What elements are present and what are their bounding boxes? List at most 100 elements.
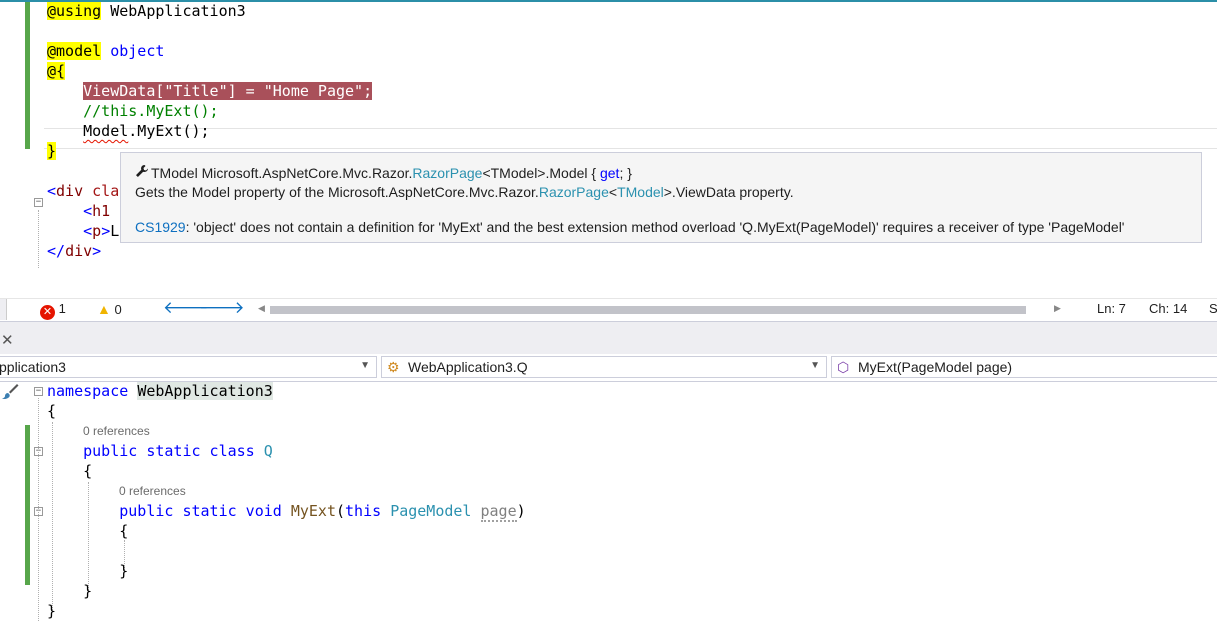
scroll-left-icon[interactable]: ◀ xyxy=(258,303,265,314)
code-line: <h1 xyxy=(47,201,110,222)
scroll-right-icon[interactable]: ▶ xyxy=(1054,303,1061,314)
code-token: { xyxy=(47,462,93,480)
code-token: < xyxy=(47,202,93,220)
zoom-control-edge[interactable] xyxy=(0,299,7,320)
code-token: p xyxy=(92,222,102,240)
code-line: public static void MyExt(this PageModel … xyxy=(47,501,526,522)
code-line: @using WebApplication3 xyxy=(47,1,246,22)
code-line: } xyxy=(47,581,92,602)
quick-info-tooltip: TModel Microsoft.AspNetCore.Mvc.Razor.Ra… xyxy=(120,152,1202,243)
code-token: } xyxy=(47,602,57,620)
collapse-toggle-namespace[interactable]: − xyxy=(34,387,43,396)
code-token: < xyxy=(47,222,93,240)
error-code-link[interactable]: CS1929 xyxy=(135,219,186,235)
tooltip-text-segment: < xyxy=(608,184,618,200)
line-indicator: Ln: 7 xyxy=(1097,301,1126,316)
class-dropdown[interactable]: ⚙ WebApplication3.Q ▼ xyxy=(381,356,827,378)
code-token: ( xyxy=(336,502,346,520)
csharp-code-editor[interactable]: − − − namespace WebApplication3{0 refere… xyxy=(0,382,1217,621)
status-trailing: S xyxy=(1209,301,1217,316)
collapse-toggle-div[interactable]: − xyxy=(34,198,43,207)
scroll-thumb[interactable] xyxy=(270,306,1026,314)
code-token: @{ xyxy=(47,62,66,80)
change-indicator xyxy=(25,425,30,585)
code-token: this xyxy=(345,502,391,520)
tooltip-text-segment: TModel Microsoft.AspNetCore.Mvc.Razor. xyxy=(151,165,413,181)
code-token: object xyxy=(110,42,165,60)
code-token: h1 xyxy=(92,202,111,220)
razor-code-editor[interactable]: − @using WebApplication3 @model object @{ … xyxy=(0,0,1217,298)
tooltip-text-segment: RazorPage xyxy=(412,165,483,181)
error-icon: ✕ xyxy=(40,305,55,320)
chevron-down-icon: ▼ xyxy=(360,360,370,371)
code-line: <div cla xyxy=(47,181,119,202)
code-line: //this.MyExt(); xyxy=(47,101,218,122)
code-token: public static void xyxy=(47,502,291,520)
tooltip-text-segment: <TModel>.Model { xyxy=(482,165,600,181)
member-dropdown[interactable]: ⬡ MyExt(PageModel page) xyxy=(831,356,1217,378)
code-lens-references[interactable]: 0 references xyxy=(83,424,150,438)
code-line: } xyxy=(47,601,56,622)
code-line: } xyxy=(47,141,57,162)
code-token: } xyxy=(47,142,57,160)
tooltip-text-segment: TModel xyxy=(617,184,664,200)
editor-status-bar: ✕ 1 ▲ 0 🡐 🡒 ◀ ▶ Ln: 7 Ch: 14 S xyxy=(0,298,1217,321)
code-line: @{ xyxy=(47,61,66,82)
tooltip-text-segment: RazorPage xyxy=(538,184,609,200)
method-icon: ⬡ xyxy=(837,359,850,375)
code-line: { xyxy=(47,521,128,542)
code-token: } xyxy=(47,582,93,600)
code-token: { xyxy=(47,402,57,420)
code-token: namespace xyxy=(47,382,129,400)
warning-count-text: 0 xyxy=(114,302,122,317)
code-lens-references[interactable]: 0 references xyxy=(119,484,186,498)
code-line: { xyxy=(47,401,56,422)
code-token: PageModel xyxy=(390,502,472,520)
indent-guide xyxy=(38,210,39,268)
code-token: @model xyxy=(47,42,102,60)
code-token: ViewData["Title"] = "Home Page"; xyxy=(83,82,373,100)
close-icon[interactable]: ✕ xyxy=(1,331,14,349)
code-token: WebApplication3 xyxy=(137,382,273,400)
code-token: page xyxy=(480,502,517,522)
wrench-icon xyxy=(135,164,151,181)
code-line: { xyxy=(47,461,92,482)
tooltip-text-segment: Gets the Model property of the Microsoft… xyxy=(135,184,539,200)
tooltip-text-segment: ; } xyxy=(619,165,632,181)
chevron-down-icon: ▼ xyxy=(810,360,820,371)
warning-icon: ▲ xyxy=(97,301,111,317)
warning-count[interactable]: ▲ 0 xyxy=(97,301,122,317)
project-dropdown[interactable]: pplication3 ▼ xyxy=(0,356,377,378)
code-line: @model object xyxy=(47,41,164,62)
error-count[interactable]: ✕ 1 xyxy=(40,301,66,320)
code-token: </ xyxy=(47,242,66,260)
code-token: div xyxy=(56,182,84,200)
tooltip-text-segment: >.ViewData property. xyxy=(663,184,794,200)
navigation-bar: pplication3 ▼ ⚙ WebApplication3.Q ▼ ⬡ My… xyxy=(0,354,1217,382)
error-count-text: 1 xyxy=(58,301,66,316)
code-line: </div> xyxy=(47,241,101,262)
tooltip-description: Gets the Model property of the Microsoft… xyxy=(135,184,794,200)
code-token: WebApplication3 xyxy=(101,2,246,20)
code-token: public static class xyxy=(47,442,264,460)
code-token: Q xyxy=(263,442,273,460)
indent-guide xyxy=(38,398,39,621)
code-line: namespace WebApplication3 xyxy=(47,381,273,402)
horizontal-scrollbar[interactable]: ◀ ▶ xyxy=(258,303,1068,315)
code-line: ViewData["Title"] = "Home Page"; xyxy=(47,81,373,102)
change-indicator xyxy=(25,2,30,149)
current-line-highlight xyxy=(44,128,1217,149)
code-token: ) xyxy=(516,502,526,520)
navigate-forward-icon[interactable]: 🡒 xyxy=(199,298,245,318)
code-line: Model.MyExt(); xyxy=(47,121,210,142)
project-dropdown-label: pplication3 xyxy=(0,359,66,375)
code-token: .MyExt(); xyxy=(128,122,210,140)
tooltip-error: CS1929: 'object' does not contain a defi… xyxy=(135,219,1124,235)
class-dropdown-label: WebApplication3.Q xyxy=(408,359,528,375)
code-token: } xyxy=(47,562,129,580)
tooltip-text-segment: get xyxy=(599,165,620,181)
class-icon: ⚙ xyxy=(387,359,400,375)
